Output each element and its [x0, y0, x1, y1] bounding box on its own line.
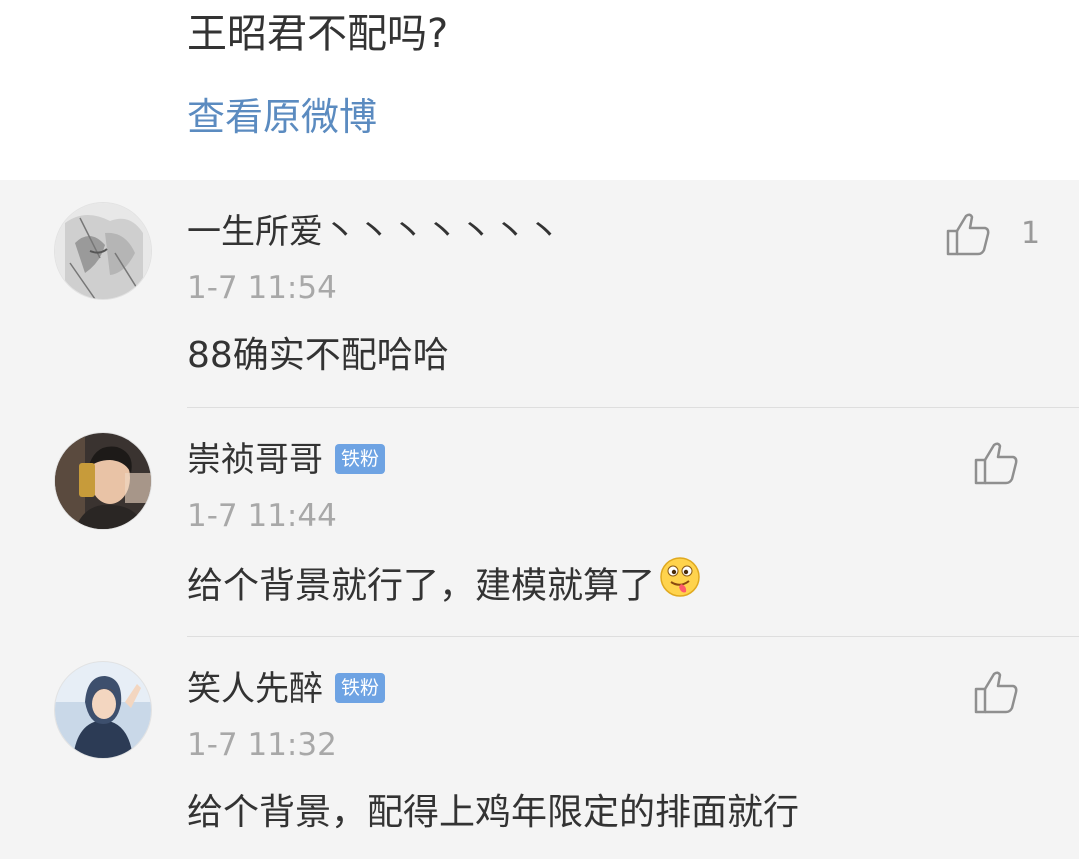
comment-item: 崇祯哥哥 铁粉 1-7 11:44 给个背景就行了，建模就算了	[0, 408, 1079, 637]
post-content: 王昭君不配吗? 查看原微博	[0, 0, 1079, 180]
like-button[interactable]	[973, 670, 1019, 714]
comment-username[interactable]: 一生所爱丶丶丶丶丶丶丶	[187, 210, 561, 254]
comment-text: 给个背景，配得上鸡年限定的排面就行	[187, 792, 800, 833]
avatar[interactable]	[54, 202, 152, 300]
comment-username-text: 崇祯哥哥	[187, 440, 323, 480]
comment-username-text: 笑人先醉	[187, 669, 323, 709]
tongue-out-emoji-icon	[659, 556, 701, 611]
comment-item: 笑人先醉 铁粉 1-7 11:32 给个背景，配得上鸡年限定的排面就行	[0, 637, 1079, 859]
comment-time: 1-7 11:44	[187, 498, 337, 534]
comment-text-content: 给个背景就行了，建模就算了	[187, 565, 656, 607]
thumbs-up-icon	[946, 213, 990, 256]
comment-text: 88确实不配哈哈	[187, 335, 449, 376]
comment-username[interactable]: 笑人先醉 铁粉	[187, 667, 386, 711]
comment-username[interactable]: 崇祯哥哥 铁粉	[187, 438, 386, 482]
fan-badge: 铁粉	[335, 443, 386, 474]
like-button[interactable]	[973, 441, 1019, 485]
thumbs-up-icon	[974, 442, 1018, 485]
comment-time: 1-7 11:54	[187, 270, 337, 306]
comment-item: 一生所爱丶丶丶丶丶丶丶 1-7 11:54 88确实不配哈哈 1	[0, 180, 1079, 408]
comment-time: 1-7 11:32	[187, 727, 337, 763]
avatar[interactable]	[54, 432, 152, 530]
view-original-link[interactable]: 查看原微博	[187, 92, 377, 142]
thumbs-up-icon	[974, 671, 1018, 714]
avatar[interactable]	[54, 661, 152, 759]
like-count: 1	[1021, 216, 1041, 251]
post-text: 王昭君不配吗?	[187, 11, 449, 57]
fan-badge: 铁粉	[335, 672, 386, 703]
like-button[interactable]: 1	[945, 212, 1040, 256]
comment-text: 给个背景就行了，建模就算了	[187, 557, 701, 615]
comment-list: 一生所爱丶丶丶丶丶丶丶 1-7 11:54 88确实不配哈哈 1 崇祯哥哥 铁粉…	[0, 180, 1079, 859]
